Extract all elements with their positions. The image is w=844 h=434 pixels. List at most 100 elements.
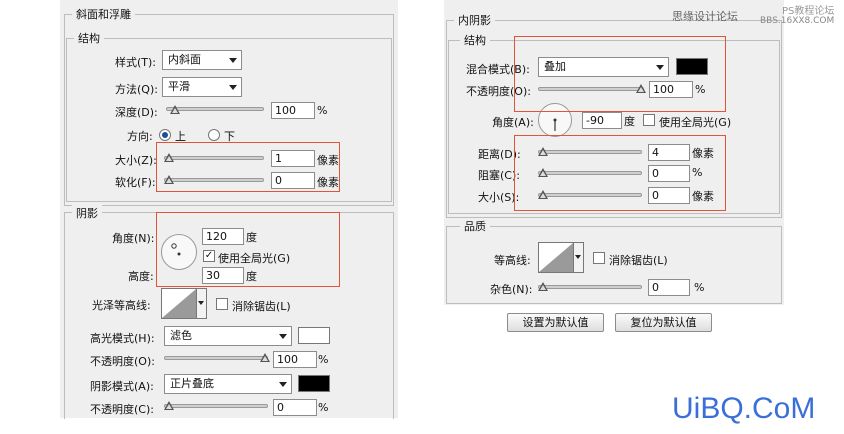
highlight-mode-select[interactable]: 滤色 [164,326,292,346]
reset-default-button[interactable]: 复位为默认值 [615,313,712,332]
shadow-opacity-label: 不透明度(C): [90,403,154,416]
gloss-contour-picker[interactable] [161,288,197,319]
shadow-opacity-thumb[interactable] [164,401,174,410]
angle-label: 角度(N): [112,232,155,245]
shadow-mode-value: 正片叠底 [170,377,214,390]
style-label: 样式(T): [115,56,157,69]
depth-input[interactable]: 100 [271,102,315,119]
inner-size-input[interactable]: 0 [648,187,690,204]
bevel-emboss-panel: 斜面和浮雕 结构 样式(T): 内斜面 方法(Q): 平滑 深度(D): 100… [60,0,398,419]
opacity-slider-track[interactable] [538,87,644,91]
soften-input[interactable]: 0 [271,172,315,189]
highlight-opacity-track[interactable] [164,356,268,360]
distance-unit: 像素 [692,147,714,160]
inner-size-slider-thumb[interactable] [538,190,548,199]
bevel-emboss-title: 斜面和浮雕 [72,6,135,22]
angle-dial[interactable] [161,234,197,270]
direction-down-radio[interactable] [208,129,220,141]
noise-input[interactable]: 0 [648,279,690,296]
inner-shadow-panel: 内阴影 结构 混合模式(B): 叠加 不透明度(O): 100 % 角度(A):… [444,0,784,305]
inner-global-light-label: 使用全局光(G) [659,116,732,129]
gloss-contour-label: 光泽等高线: [92,299,151,312]
inner-size-unit: 像素 [692,190,714,203]
blend-color-swatch[interactable] [676,58,708,75]
highlight-opacity-input[interactable]: 100 [273,351,317,368]
shading-title: 阴影 [72,205,102,221]
make-default-button[interactable]: 设置为默认值 [507,313,604,332]
noise-slider-track[interactable] [538,285,642,289]
size-unit: 像素 [317,154,339,167]
contour-curve-icon [162,289,196,318]
distance-input[interactable]: 4 [648,144,690,161]
size-slider-track[interactable] [164,156,264,160]
shadow-mode-label: 阴影模式(A): [90,380,154,393]
shadow-mode-select[interactable]: 正片叠底 [164,374,292,394]
highlight-opacity-unit: % [318,353,329,366]
angle-dial-marker-icon [171,243,181,256]
shadow-color-swatch[interactable] [298,375,330,392]
direction-up-radio[interactable] [159,129,171,141]
inner-global-light-checkbox[interactable] [643,114,655,126]
choke-slider-thumb[interactable] [538,168,548,177]
technique-select[interactable]: 平滑 [162,77,242,97]
inner-angle-input[interactable]: -90 [582,112,622,129]
soften-slider-track[interactable] [164,178,264,182]
highlight-opacity-thumb[interactable] [260,353,270,362]
depth-slider-track[interactable] [166,107,264,111]
opacity-unit: % [695,83,706,96]
structure-title: 结构 [74,30,104,46]
inner-antialias-checkbox[interactable] [593,252,605,264]
watermark-bottom-right: UiBQ.CoM [672,392,816,425]
choke-input[interactable]: 0 [648,165,690,182]
angle-input[interactable]: 120 [202,228,244,245]
size-label: 大小(Z): [115,154,157,167]
shadow-opacity-unit: % [318,401,329,414]
noise-unit: % [694,281,705,294]
distance-slider-track[interactable] [538,150,642,154]
shadow-opacity-input[interactable]: 0 [273,399,317,416]
inner-angle-label: 角度(A): [492,116,534,129]
shadow-opacity-track[interactable] [164,404,268,408]
soften-unit: 像素 [317,176,339,189]
direction-up-label: 上 [175,130,186,143]
depth-unit: % [317,104,328,117]
gloss-antialias-label: 消除锯齿(L) [232,300,291,313]
opacity-input[interactable]: 100 [649,81,693,98]
noise-label: 杂色(N): [490,283,533,296]
watermark-top-right-1: 思缘设计论坛 [672,10,738,23]
inner-size-slider-track[interactable] [538,193,642,197]
highlight-mode-label: 高光模式(H): [90,332,155,345]
global-light-checkbox[interactable]: ✓ [203,250,215,262]
angle-unit: 度 [246,231,257,244]
direction-down-label: 下 [224,130,235,143]
quality-title: 品质 [460,218,490,234]
depth-slider-thumb[interactable] [170,105,180,114]
highlight-color-swatch[interactable] [298,327,330,344]
blend-mode-select[interactable]: 叠加 [538,57,669,77]
size-input[interactable]: 1 [271,150,315,167]
soften-slider-thumb[interactable] [164,175,174,184]
inner-contour-dropdown[interactable] [574,242,584,273]
choke-label: 阻塞(C): [478,169,520,182]
gloss-contour-dropdown[interactable] [197,288,207,319]
gloss-antialias-checkbox[interactable] [216,298,228,310]
depth-label: 深度(D): [115,106,158,119]
choke-slider-track[interactable] [538,171,642,175]
altitude-label: 高度: [128,270,154,283]
noise-slider-thumb[interactable] [538,282,548,291]
highlight-opacity-label: 不透明度(O): [90,355,155,368]
direction-label: 方向: [127,130,153,143]
style-select[interactable]: 内斜面 [162,50,242,70]
chevron-down-icon [279,334,287,339]
inner-size-label: 大小(S): [478,191,520,204]
altitude-input[interactable]: 30 [202,267,244,284]
inner-antialias-label: 消除锯齿(L) [609,254,668,267]
inner-contour-picker[interactable] [538,242,574,273]
distance-slider-thumb[interactable] [538,147,548,156]
opacity-slider-thumb[interactable] [636,84,646,93]
size-slider-thumb[interactable] [164,153,174,162]
soften-label: 软化(F): [115,176,156,189]
watermark-top-right-2: PS教程论坛 [782,6,835,17]
chevron-down-icon [229,58,237,63]
inner-angle-dial[interactable] [538,103,572,137]
